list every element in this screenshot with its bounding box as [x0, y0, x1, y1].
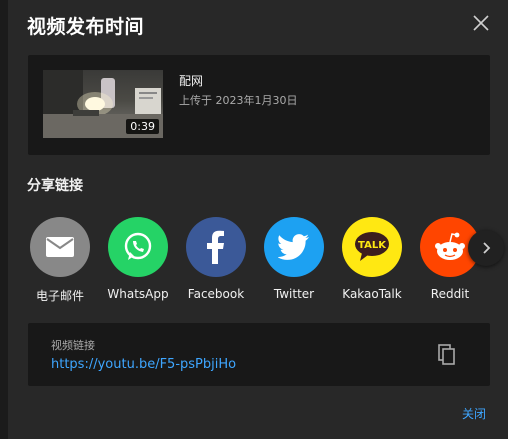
share-targets: 电子邮件 WhatsApp Facebook Twitter TALK Kaka…: [30, 217, 508, 307]
video-duration: 0:39: [126, 119, 159, 134]
svg-text:TALK: TALK: [358, 240, 387, 251]
chevron-right-icon[interactable]: [468, 230, 504, 266]
share-heading: 分享链接: [27, 178, 83, 194]
close-button[interactable]: 关闭: [462, 405, 486, 422]
share-kakaotalk-button[interactable]: TALK KakaoTalk: [337, 217, 407, 301]
twitter-icon: [264, 217, 324, 277]
video-thumbnail[interactable]: 0:39: [43, 70, 163, 138]
share-whatsapp-label: WhatsApp: [107, 287, 169, 301]
video-upload-date: 上传于 2023年1月30日: [179, 94, 298, 107]
video-link-url[interactable]: https://youtu.be/F5-psPbjiHo: [51, 357, 236, 372]
email-icon: [30, 217, 90, 277]
facebook-icon: [186, 217, 246, 277]
share-twitter-button[interactable]: Twitter: [259, 217, 329, 301]
dialog-title: 视频发布时间: [27, 16, 145, 38]
share-kakaotalk-label: KakaoTalk: [342, 287, 402, 301]
share-reddit-label: Reddit: [430, 287, 470, 301]
video-link-box: 视频链接 https://youtu.be/F5-psPbjiHo: [28, 323, 490, 386]
share-email-button[interactable]: 电子邮件: [25, 217, 95, 304]
share-dialog: 视频发布时间 0:39 配网 上传于 2023年1月30日 分享链接 电子邮件 …: [8, 0, 508, 439]
share-email-label: 电子邮件: [35, 289, 84, 303]
share-facebook-label: Facebook: [187, 287, 245, 301]
share-facebook-button[interactable]: Facebook: [181, 217, 251, 301]
video-link-label: 视频链接: [51, 339, 95, 352]
share-whatsapp-button[interactable]: WhatsApp: [103, 217, 173, 301]
video-title: 配网: [179, 74, 204, 88]
share-twitter-label: Twitter: [273, 287, 315, 301]
close-icon[interactable]: [470, 12, 492, 34]
video-card: 0:39 配网 上传于 2023年1月30日: [28, 55, 490, 155]
copy-icon[interactable]: [435, 343, 459, 367]
kakaotalk-icon: TALK: [342, 217, 402, 277]
whatsapp-icon: [108, 217, 168, 277]
